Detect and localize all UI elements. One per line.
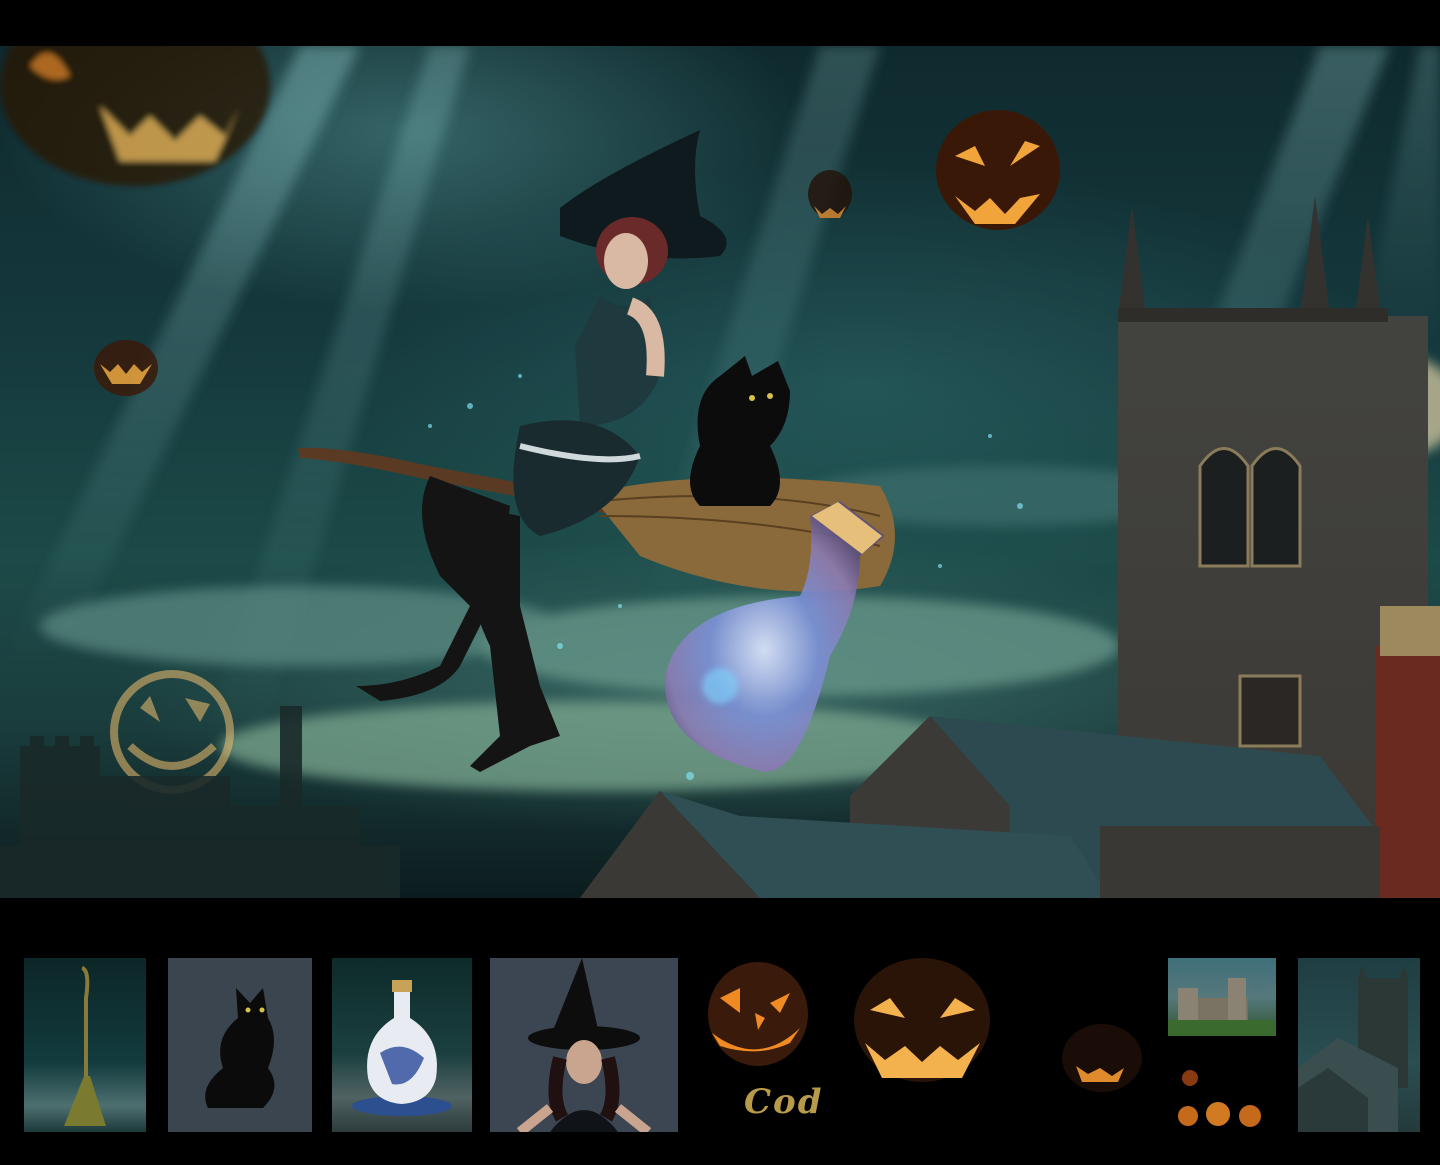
pumpkin-left	[94, 340, 158, 396]
black-cat	[690, 356, 790, 506]
signature-text: Cod	[744, 1082, 824, 1122]
cat-icon	[205, 988, 275, 1108]
thumbnail-pumpkins: Cod	[700, 958, 1162, 1132]
church-icon	[1298, 964, 1408, 1132]
small-pumpkins-icon	[1178, 1070, 1261, 1127]
source-thumbnail-strip: Cod	[0, 898, 1440, 1165]
thumbnail-broom	[24, 958, 146, 1132]
halloween-scene	[0, 46, 1440, 898]
pumpkin-topright	[936, 110, 1060, 230]
thumbnail-cat	[168, 958, 312, 1132]
thumbnail-castle	[1168, 958, 1276, 1036]
broom-icon	[64, 966, 106, 1126]
castle-icon	[1168, 978, 1276, 1036]
chimney	[1375, 606, 1440, 898]
thumbnail-small-pumpkins	[1168, 1038, 1276, 1132]
witch-hat-icon	[516, 958, 652, 1132]
pumpkin-small-top	[808, 170, 852, 218]
thumbnail-witch-model	[490, 958, 678, 1132]
pumpkin-large-topleft	[0, 46, 270, 186]
scene-artwork	[0, 46, 1440, 898]
thumbnail-church	[1298, 958, 1420, 1132]
vase-icon	[352, 980, 452, 1116]
thumbnail-vase	[332, 958, 472, 1132]
